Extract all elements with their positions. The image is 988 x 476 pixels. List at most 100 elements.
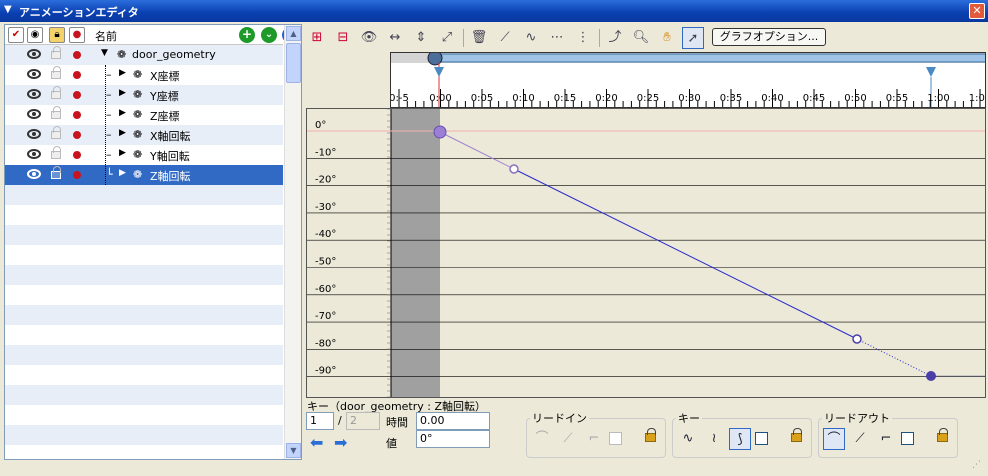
eye-icon[interactable] (27, 109, 41, 119)
collapse-icon[interactable]: ▼ (4, 4, 12, 15)
lead-in-lock-icon[interactable] (645, 428, 656, 442)
smooth-tangent-icon[interactable]: ∿ (520, 27, 542, 49)
expand-icon[interactable]: ▶ (119, 68, 126, 78)
time-tick-label: 0:15 (554, 93, 576, 104)
eye-icon[interactable] (27, 89, 41, 99)
lead-out-linear-icon[interactable]: ⟋ (849, 428, 871, 450)
record-icon[interactable] (73, 131, 81, 139)
lock-icon[interactable] (51, 146, 61, 159)
key-smooth-icon[interactable]: ∿ (677, 428, 699, 450)
key-auto-icon[interactable]: ≀ (703, 428, 725, 450)
resize-grip-icon[interactable]: ⋰ (972, 460, 984, 472)
key-point-start (433, 125, 447, 139)
value-field[interactable]: 0° (416, 430, 490, 448)
frame-view-icon[interactable]: 👁︎ (358, 27, 380, 49)
delete-key-icon[interactable]: ⊟ (332, 27, 354, 49)
time-tick-label: 1:05 (969, 93, 986, 104)
expand-icon[interactable]: ▶ (119, 88, 126, 98)
trash-icon[interactable]: 🗑︎ (468, 27, 490, 49)
record-icon[interactable] (73, 91, 81, 99)
scroll-thumb[interactable] (286, 43, 301, 83)
value-tick-label: -90° (315, 366, 336, 377)
step-tangent-icon[interactable]: ⋮ (572, 27, 594, 49)
track-label: X座標 (150, 70, 180, 83)
key-index-field[interactable]: 1 (306, 412, 334, 430)
curve-graph[interactable]: 0° -10° -20° -30° -40° -50° -60° -70° -80° -90° (306, 108, 986, 398)
timeline-ruler[interactable]: 0:-5 0:00 0:05 0:10 0:15 0:20 0:25 0:30 0:35 0:40… (390, 52, 986, 108)
key-custom-icon[interactable]: ⟆ (729, 428, 751, 450)
time-field[interactable]: 0.00 (416, 412, 490, 430)
pan-hand-icon[interactable]: ✋︎ (656, 27, 678, 49)
eye-icon[interactable] (27, 49, 41, 59)
flat-tangent-icon[interactable]: ⋯ (546, 27, 568, 49)
empty-row (5, 425, 283, 445)
graph-options-button[interactable]: グラフオプション... (712, 28, 826, 46)
record-icon[interactable] (73, 71, 81, 79)
tree-branch: – (106, 128, 112, 141)
lead-out-checkbox[interactable] (901, 432, 914, 445)
track-row-y-position[interactable]: – ▶ ❁ Y座標 (5, 85, 283, 105)
lead-out-lock-icon[interactable] (937, 428, 948, 442)
expand-icon[interactable]: ▼ (101, 48, 108, 58)
prev-key-arrow-icon[interactable]: ⬅ (310, 433, 323, 452)
next-key-arrow-icon[interactable]: ➡ (334, 433, 347, 452)
track-row-z-rotation[interactable]: └ ▶ ❁ Z軸回転 (5, 165, 283, 185)
linear-tangent-icon[interactable]: ⟋ (494, 27, 516, 49)
lead-out-smooth-icon[interactable]: ⌒ (823, 428, 845, 450)
key-checkbox[interactable] (755, 432, 768, 445)
expand-icon[interactable]: ▶ (119, 168, 126, 178)
visibility-column-icon[interactable]: ◉ (27, 27, 43, 43)
zoom-icon[interactable]: 🔍︎ (630, 27, 652, 49)
time-tick-label: 0:55 (886, 93, 908, 104)
record-icon[interactable] (73, 51, 81, 59)
eye-icon[interactable] (27, 69, 41, 79)
time-tick-label: 0:45 (803, 93, 825, 104)
expand-down-button[interactable]: ⌄ (261, 27, 277, 43)
fit-horizontal-icon[interactable]: ↔ (384, 27, 406, 49)
track-label: Z座標 (150, 110, 180, 123)
track-row-z-position[interactable]: – ▶ ❁ Z座標 (5, 105, 283, 125)
track-row-x-position[interactable]: – ▶ ❁ X座標 (5, 65, 283, 85)
check-all-icon[interactable]: ✔ (8, 27, 24, 43)
fit-selection-icon[interactable]: ⤢ (436, 27, 458, 49)
time-tick-label: 0:10 (512, 93, 534, 104)
record-icon[interactable] (73, 151, 81, 159)
track-row-door-geometry[interactable]: ▼ ❁ door_geometry (5, 45, 283, 65)
value-tick-label: -40° (315, 229, 336, 240)
eye-icon[interactable] (27, 169, 41, 179)
select-cursor-icon[interactable]: ➚ (682, 27, 704, 49)
lock-icon[interactable] (51, 166, 61, 179)
track-list-panel: ✔ ◉ 🔒︎ ● 名前 + ⌄ « ▼ ❁ door_geometry – ▶ … (4, 24, 302, 460)
lock-icon[interactable] (51, 126, 61, 139)
eye-icon[interactable] (27, 149, 41, 159)
lead-out-step-icon[interactable]: ⌐ (875, 428, 897, 450)
fit-vertical-icon[interactable]: ⇕ (410, 27, 432, 49)
name-column-header: 名前 (95, 30, 117, 43)
expand-icon[interactable]: ▶ (119, 148, 126, 158)
track-row-y-rotation[interactable]: – ▶ ❁ Y軸回転 (5, 145, 283, 165)
lock-icon[interactable] (51, 46, 61, 59)
insert-key-tool-icon[interactable]: ⤴ (604, 27, 626, 49)
expand-icon[interactable]: ▶ (119, 108, 126, 118)
lead-in-linear-icon: ⟋ (563, 431, 573, 446)
track-list-scrollbar[interactable]: ▲ ▼ (284, 25, 301, 459)
add-track-button[interactable]: + (239, 27, 255, 43)
record-icon[interactable] (73, 171, 81, 179)
lock-column-icon[interactable]: 🔒︎ (49, 27, 65, 43)
eye-icon[interactable] (27, 129, 41, 139)
expand-icon[interactable]: ▶ (119, 128, 126, 138)
close-button[interactable]: ✕ (969, 3, 985, 19)
record-icon[interactable] (73, 111, 81, 119)
scroll-down-button[interactable]: ▼ (286, 443, 301, 458)
lock-icon[interactable] (51, 66, 61, 79)
lock-icon[interactable] (51, 106, 61, 119)
record-column-icon[interactable]: ● (69, 27, 85, 43)
track-row-x-rotation[interactable]: – ▶ ❁ X軸回転 (5, 125, 283, 145)
value-tick-label: -60° (315, 284, 336, 295)
add-key-icon[interactable]: ⊞ (306, 27, 328, 49)
track-label: Y軸回転 (150, 150, 190, 163)
lock-icon[interactable] (51, 86, 61, 99)
key-lock-icon[interactable] (791, 428, 802, 442)
value-tick-label: -50° (315, 257, 336, 268)
scroll-up-button[interactable]: ▲ (286, 26, 301, 41)
